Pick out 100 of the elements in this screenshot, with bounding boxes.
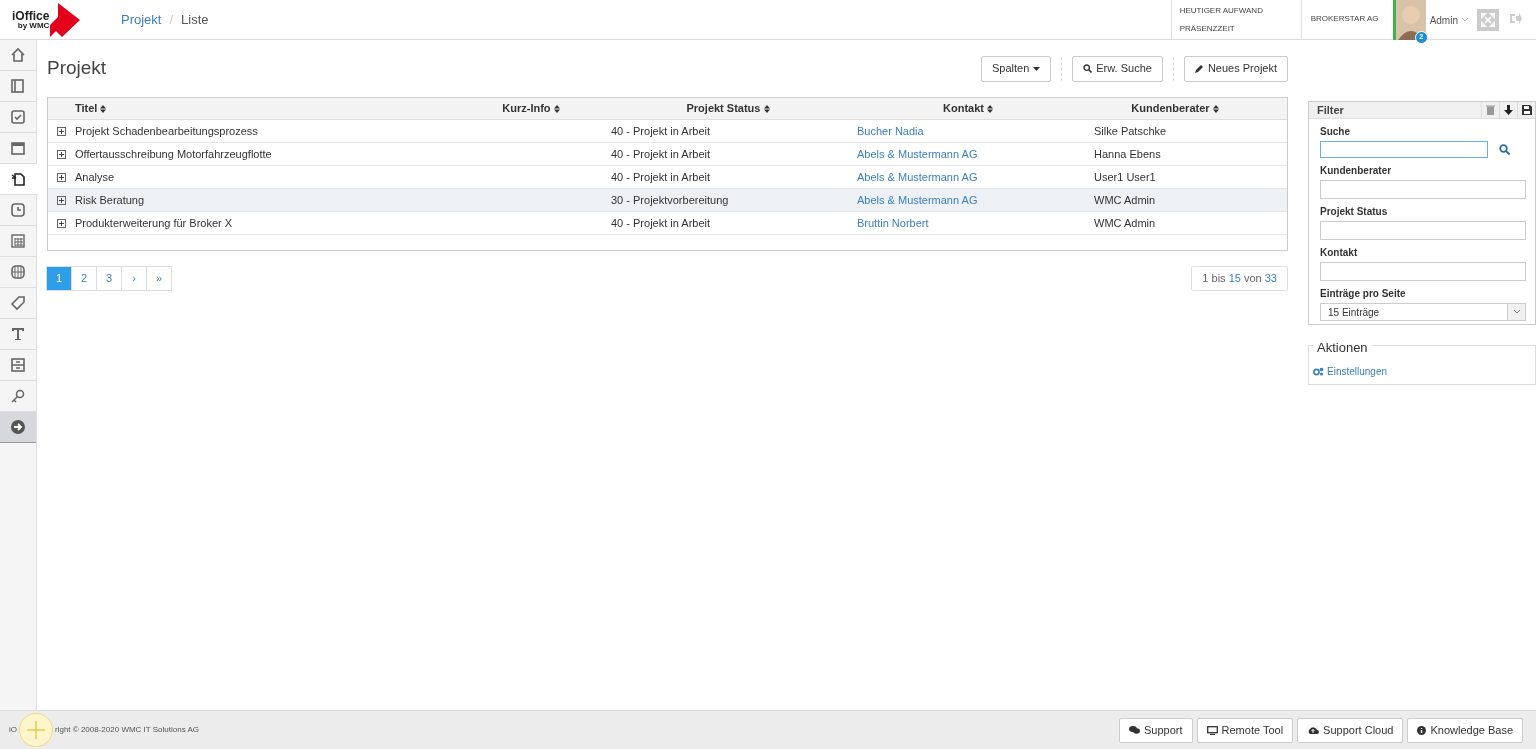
company-name[interactable]: BROKERSTAR AG: [1310, 13, 1393, 25]
breadcrumb-current: Liste: [181, 10, 209, 29]
footer-button[interactable]: Support Cloud: [1297, 717, 1404, 743]
caret-icon: [1462, 18, 1468, 22]
sidebar-item[interactable]: [0, 412, 36, 443]
search-icon: [1083, 64, 1093, 73]
clock-icon: [10, 202, 26, 218]
expand-icon[interactable]: [57, 126, 66, 136]
field-label: Suche: [1320, 125, 1351, 139]
column-header[interactable]: Titel: [75, 100, 107, 117]
table-cell: Risk Beratung: [75, 193, 145, 206]
chevron-down-icon: [1513, 310, 1520, 314]
table-row[interactable]: Risk Beratung 30 - Projektvorbereitung Abels & Mustermann AG WMC Admin: [48, 189, 1287, 212]
expand-icon[interactable]: [57, 149, 66, 159]
table-cell: Offertausschreibung Motorfahrzeugflotte: [75, 147, 272, 160]
sort-icon: [100, 105, 107, 114]
sort-icon: [987, 105, 993, 114]
document-icon: [11, 171, 27, 187]
table-cell: Projekt Schadenbearbeitungsprozess: [75, 124, 258, 137]
field-label: Kontakt: [1320, 246, 1359, 260]
copyright-text: right © 2008-2020 WMC IT Solutions AG: [55, 724, 200, 736]
calendar-icon: [10, 140, 26, 156]
save-button[interactable]: [1517, 101, 1535, 119]
table-cell: 40 - Projekt in Arbeit: [611, 216, 711, 229]
expand-icon[interactable]: [57, 195, 66, 205]
table-cell: WMC Admin: [1094, 193, 1156, 206]
contact-link[interactable]: Abels & Mustermann AG: [857, 193, 978, 206]
table-icon: [10, 233, 26, 249]
column-header[interactable]: Projekt Status: [686, 100, 770, 117]
expand-icon[interactable]: [57, 172, 66, 182]
table-cell: Hanna Ebens: [1094, 147, 1161, 160]
field-label: Projekt Status: [1320, 205, 1389, 219]
tag-icon: [10, 295, 26, 311]
copyright-text: iO: [9, 724, 17, 736]
search-button[interactable]: Erw. Suche: [1072, 55, 1163, 82]
arrow-down-icon: [1504, 105, 1513, 115]
notebook-icon: [10, 78, 26, 94]
table-cell: 40 - Projekt in Arbeit: [611, 147, 711, 160]
page-button[interactable]: »: [146, 266, 172, 291]
sort-icon: [763, 105, 770, 114]
cloud-upload-icon: [1307, 726, 1320, 734]
table-cell: WMC Admin: [1094, 216, 1156, 229]
input-field[interactable]: [1320, 180, 1526, 199]
edit-button[interactable]: Neues Projekt: [1183, 55, 1288, 82]
search-field[interactable]: [1320, 141, 1488, 158]
page-button[interactable]: 2: [71, 266, 97, 291]
column-header[interactable]: Kontakt: [943, 100, 993, 117]
search-icon[interactable]: [1499, 144, 1510, 155]
table-cell: 40 - Projekt in Arbeit: [611, 170, 711, 183]
field-label: Einträge pro Seite: [1320, 287, 1407, 301]
contact-link[interactable]: Abels & Mustermann AG: [857, 147, 978, 160]
page-button[interactable]: ›: [121, 266, 147, 291]
text-icon: [10, 326, 26, 342]
logo[interactable]: iOffice by WMC: [12, 0, 81, 40]
gears-icon: [1313, 366, 1324, 376]
expand-icon[interactable]: [57, 218, 66, 228]
contact-link[interactable]: Bruttin Norbert: [857, 216, 929, 229]
pencil-icon: [1194, 64, 1204, 73]
logout-icon: [1510, 13, 1522, 24]
chat-icon: [1129, 726, 1140, 734]
input-field[interactable]: [1320, 262, 1526, 281]
home-icon: [10, 47, 26, 63]
table-cell: User1 User1: [1094, 170, 1156, 183]
select-field[interactable]: 15 Einträge: [1320, 303, 1526, 321]
column-header[interactable]: Kurz-Info: [502, 100, 560, 117]
record-count: 1 bis 15 von 33: [1191, 266, 1288, 291]
breadcrumb-separator: /: [169, 10, 174, 29]
expand-icon: [1481, 13, 1495, 27]
breadcrumb-link[interactable]: Projekt: [121, 9, 162, 30]
table-cell: Analyse: [75, 170, 115, 183]
header-info[interactable]: HEUTIGER AUFWAND: [1179, 4, 1301, 17]
settings-link[interactable]: Einstellungen: [1313, 363, 1531, 379]
trash-icon: [1486, 105, 1495, 115]
arrow-right-icon: [10, 419, 26, 435]
footer-button[interactable]: Support: [1119, 717, 1193, 743]
monitor-icon: [1206, 725, 1218, 735]
page-button[interactable]: 3: [96, 266, 122, 291]
user-menu[interactable]: Admin: [1425, 0, 1474, 40]
page-title: Projekt: [47, 56, 108, 81]
column-header[interactable]: Kundenberater: [1131, 100, 1219, 117]
sort-icon: [1212, 105, 1219, 114]
header-info[interactable]: PRÄSENZZEIT: [1179, 22, 1301, 35]
table-cell: 40 - Projekt in Arbeit: [611, 124, 711, 137]
form-icon: [10, 357, 26, 373]
footer-button[interactable]: Knowledge Base: [1407, 717, 1523, 743]
panel-title: Filter: [1316, 102, 1345, 118]
input-field[interactable]: [1320, 221, 1526, 240]
key-icon: [10, 388, 26, 404]
globe-icon: [10, 264, 26, 280]
table-cell: Silke Patschke: [1094, 124, 1167, 137]
checkbox-icon: [10, 109, 26, 125]
plus-icon: [27, 721, 45, 739]
table-cell: Produkterweiterung für Broker X: [75, 216, 233, 229]
sort-icon: [553, 105, 560, 114]
contact-link[interactable]: Bucher Nadia: [857, 124, 924, 137]
contact-link[interactable]: Abels & Mustermann AG: [857, 170, 978, 183]
caret-icon: [1033, 66, 1041, 71]
footer-button[interactable]: Remote Tool: [1196, 717, 1294, 743]
dropdown-button[interactable]: Spalten: [980, 55, 1052, 82]
table-cell: 30 - Projektvorbereitung: [611, 193, 729, 206]
